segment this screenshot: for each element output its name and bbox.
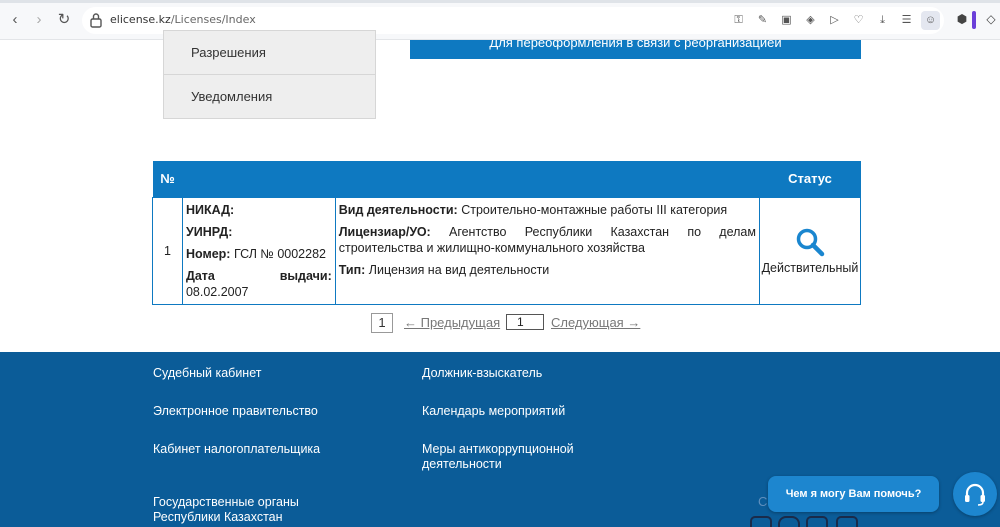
table-header-row: № Статус [152,161,861,197]
licensor-field: Лицензиар/УО: Агентство Республики Казах… [338,224,756,255]
shield-icon[interactable]: ◈ [801,11,820,30]
extension-indicator [972,11,976,29]
cube-icon[interactable]: ⬢ [953,10,971,28]
reload-icon[interactable]: ↻ [55,11,73,29]
tab-strip-edge [0,0,1000,3]
reissue-button[interactable]: Для переоформления в связи с реорганизац… [410,40,861,59]
sidebar-item-permissions[interactable]: Разрешения [163,30,376,75]
heart-icon[interactable]: ♡ [849,11,868,30]
footer-link-anticorruption[interactable]: Меры антикоррупционной деятельности [422,442,597,472]
license-details-cell: Вид деятельности: Строительно-монтажные … [334,196,760,305]
camera-icon[interactable]: ▣ [777,11,796,30]
edit-icon[interactable]: ✎ [753,11,772,30]
activity-field: Вид деятельности: Строительно-монтажные … [338,202,728,217]
address-bar-actions: ⚿ ✎ ▣ ◈ ▷ ♡ ⤓ ☰ ☺ [729,11,940,31]
footer-link-taxpayer-cabinet[interactable]: Кабинет налогоплательщика [153,442,320,457]
footer-link-debtor-collector[interactable]: Должник-взыскатель [422,366,542,381]
column-header-details [182,161,760,197]
facebook-icon[interactable] [750,516,772,527]
headset-icon [965,483,985,506]
search-icon[interactable] [795,227,825,257]
number-field: Номер: ГСЛ № 0002282 [185,246,326,261]
table-row: 1 НИКАД: УИНРД: Номер: ГСЛ № 0002282 Дат… [152,196,862,305]
sidebar-item-label: Уведомления [191,89,273,104]
instagram-icon[interactable] [778,516,800,527]
diamond-icon[interactable]: ◇ [982,10,1000,28]
social-heading-partial: С [758,494,768,509]
nikad-field: НИКАД: [185,202,235,217]
chat-help-bubble[interactable]: Чем я могу Вам помочь? [768,476,939,512]
page-number-input[interactable]: 1 [506,314,544,330]
forward-icon[interactable]: › [30,11,48,29]
current-page-indicator[interactable]: 1 [371,313,393,333]
sidebar-item-notifications[interactable]: Уведомления [163,74,376,119]
url-text[interactable]: elicense.kz/Licenses/Index [110,13,256,26]
back-icon[interactable]: ‹ [6,11,24,29]
download-icon[interactable]: ⤓ [873,11,892,30]
previous-page-link[interactable]: ← Предыдущая [404,315,500,330]
vk-icon[interactable] [806,516,828,527]
license-identifiers-cell: НИКАД: УИНРД: Номер: ГСЛ № 0002282 Дата … [181,196,336,305]
footer-link-court-cabinet[interactable]: Судебный кабинет [153,366,261,381]
row-number: 1 [152,196,183,305]
youtube-icon[interactable] [836,516,858,527]
column-header-status: Статус [759,161,861,197]
issue-date-field: Дата выдачи: 08.02.2007 [185,268,332,299]
uinrd-field: УИНРД: [185,224,233,239]
next-page-link[interactable]: Следующая → [551,315,640,330]
footer-link-egov[interactable]: Электронное правительство [153,404,318,419]
status-cell: Действительный [758,196,862,305]
playlist-icon[interactable]: ☰ [897,11,916,30]
status-text: Действительный [761,260,859,275]
column-header-number: № [152,161,183,197]
site-info-icon[interactable] [89,12,103,28]
type-field: Тип: Лицензия на вид деятельности [338,262,550,277]
key-icon[interactable]: ⚿ [729,11,748,30]
reissue-button-label: Для переоформления в связи с реорганизац… [489,40,782,50]
licenses-table: № Статус 1 НИКАД: УИНРД: Номер: ГСЛ № 00… [152,161,862,305]
send-icon[interactable]: ▷ [825,11,844,30]
footer-link-events-calendar[interactable]: Календарь мероприятий [422,404,565,419]
footer-link-state-bodies[interactable]: Государственные органы Республики Казахс… [153,495,323,525]
profile-icon[interactable]: ☺ [921,11,940,30]
chat-launcher-button[interactable] [953,472,997,516]
browser-toolbar: ‹ › ↻ elicense.kz/Licenses/Index ⚿ ✎ ▣ ◈… [0,0,1000,40]
sidebar-item-label: Разрешения [191,45,266,60]
